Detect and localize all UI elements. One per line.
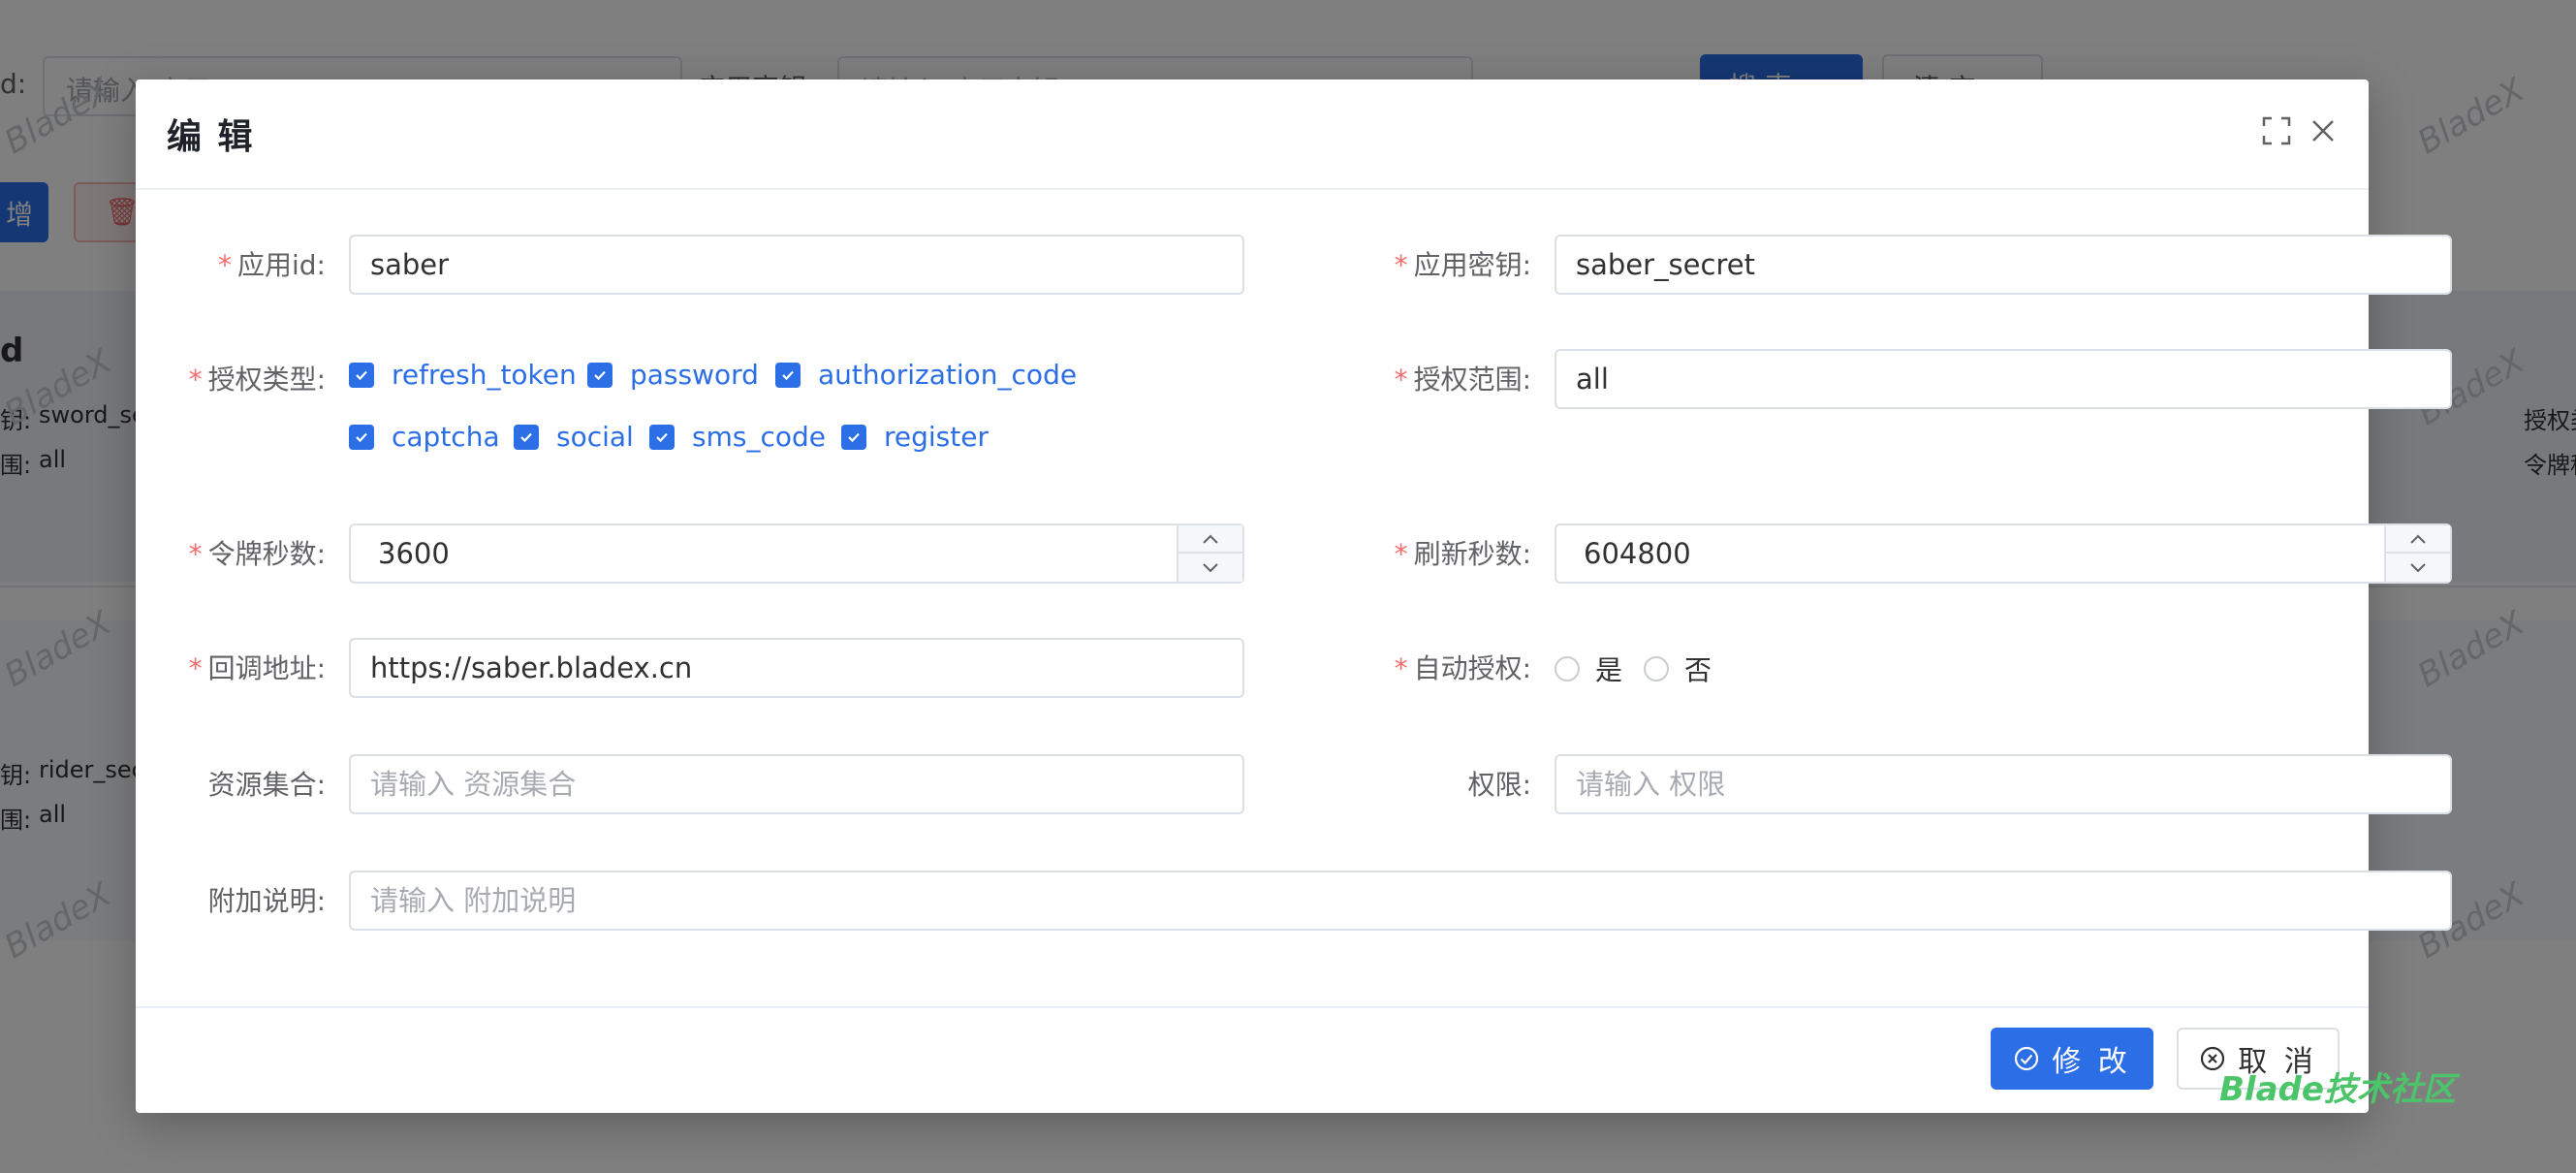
auto-approve-radio-no[interactable]: 否: [1644, 650, 1712, 688]
submit-button-label: 修 改: [2052, 1045, 2131, 1079]
redirect-uri-label: * 回调地址:: [188, 652, 326, 684]
auto-approve-radio-yes[interactable]: 是: [1555, 650, 1622, 688]
chevron-down-icon[interactable]: [1178, 554, 1242, 582]
checkbox-checked-icon: [649, 424, 675, 450]
redirect-uri-input[interactable]: [349, 638, 1244, 698]
checkbox-checked-icon: [775, 362, 801, 388]
grant-type-checkbox-authorization-code[interactable]: authorization_code: [775, 359, 1077, 391]
client-secret-input[interactable]: [1555, 235, 2452, 295]
check-circle-icon: [2015, 1046, 2039, 1071]
refresh-token-validity-stepper: [1555, 523, 2452, 584]
access-token-validity-label: * 令牌秒数:: [188, 538, 326, 570]
stepper-controls: [1177, 525, 1242, 582]
scope-input[interactable]: [1555, 349, 2452, 409]
scope-label: * 授权范围:: [1394, 364, 1531, 396]
stepper-controls: [2384, 525, 2450, 582]
resource-ids-input[interactable]: [349, 754, 1244, 814]
chevron-down-icon[interactable]: [2386, 554, 2450, 582]
additional-info-label: 附加说明:: [207, 885, 326, 917]
radio-label: 否: [1684, 654, 1712, 686]
grant-type-checkbox-sms-code[interactable]: sms_code: [649, 421, 826, 453]
submit-button[interactable]: 修 改: [1991, 1028, 2153, 1090]
dialog-footer: 修 改 取 消: [136, 1006, 2369, 1113]
corner-watermark: Blade技术社区: [2219, 1070, 2456, 1109]
access-token-validity-input[interactable]: [351, 525, 1242, 582]
checkbox-label: refresh_token: [392, 359, 577, 391]
chevron-up-icon[interactable]: [2386, 525, 2450, 554]
refresh-token-validity-input[interactable]: [1556, 525, 2450, 582]
checkbox-checked-icon: [349, 424, 374, 450]
client-id-label: * 应用id:: [218, 249, 326, 281]
checkbox-checked-icon: [841, 424, 866, 450]
client-secret-label: * 应用密钥:: [1394, 249, 1531, 281]
checkbox-checked-icon: [587, 362, 613, 388]
close-icon[interactable]: [2307, 114, 2340, 147]
grant-type-checkbox-register[interactable]: register: [841, 421, 989, 453]
grant-type-checkbox-captcha[interactable]: captcha: [349, 421, 500, 453]
checkbox-checked-icon: [349, 362, 374, 388]
grant-type-checkbox-refresh-token[interactable]: refresh_token: [349, 359, 577, 391]
auto-approve-label: * 自动授权:: [1394, 652, 1531, 684]
edit-dialog: 编 辑 *应用id: *应用密钥: *授权类型: refresh_token p…: [136, 79, 2452, 1113]
radio-unchecked-icon: [1644, 656, 1669, 682]
checkbox-label: register: [884, 421, 989, 453]
fullscreen-icon[interactable]: [2260, 114, 2293, 147]
checkbox-label: captcha: [392, 421, 500, 453]
authorities-label: 权限:: [1467, 769, 1531, 801]
authorities-input[interactable]: [1555, 754, 2452, 814]
client-id-input[interactable]: [349, 235, 1244, 295]
checkbox-checked-icon: [514, 424, 539, 450]
grant-type-checkbox-password[interactable]: password: [587, 359, 759, 391]
grant-type-checkbox-social[interactable]: social: [514, 421, 634, 453]
access-token-validity-stepper: [349, 523, 1244, 584]
checkbox-label: sms_code: [692, 421, 826, 453]
resource-ids-label: 资源集合:: [207, 769, 326, 801]
radio-label: 是: [1595, 654, 1623, 686]
radio-unchecked-icon: [1555, 656, 1580, 682]
checkbox-label: password: [630, 359, 759, 391]
checkbox-label: authorization_code: [818, 359, 1078, 391]
chevron-up-icon[interactable]: [1178, 525, 1242, 554]
refresh-token-validity-label: * 刷新秒数:: [1394, 538, 1531, 570]
dialog-header: 编 辑: [136, 79, 2369, 190]
grant-types-label: * 授权类型:: [188, 364, 326, 396]
checkbox-label: social: [556, 421, 634, 453]
dialog-title: 编 辑: [167, 117, 255, 157]
additional-info-input[interactable]: [349, 871, 2452, 931]
